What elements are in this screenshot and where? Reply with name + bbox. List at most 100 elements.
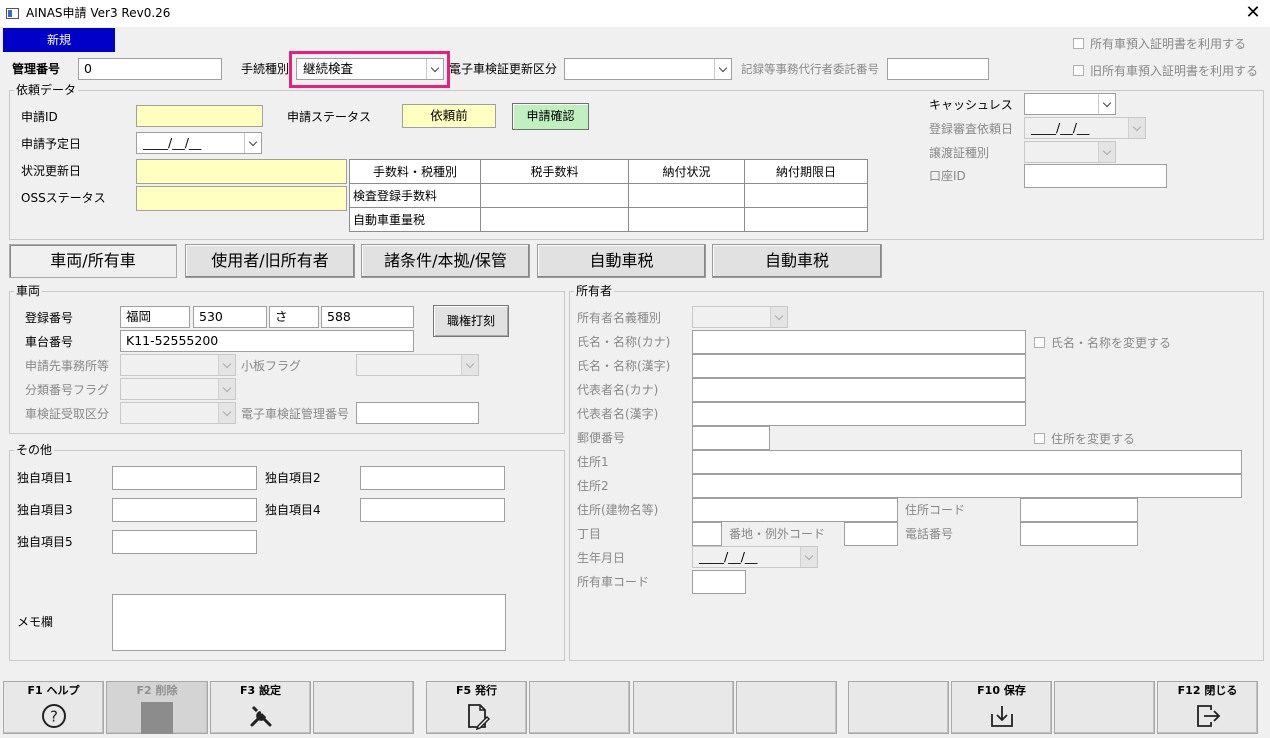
oss-label: OSSステータス bbox=[21, 191, 106, 205]
dokuji-5-input[interactable] bbox=[112, 530, 257, 554]
chevron-down-icon[interactable] bbox=[714, 59, 731, 79]
kanri-label: 管理番号 bbox=[12, 62, 61, 76]
fee-header: 手数料・税種別 bbox=[349, 159, 481, 184]
checkbox-icon[interactable] bbox=[1034, 337, 1045, 348]
f12-close-button[interactable]: F12 閉じる bbox=[1157, 681, 1258, 734]
koza-input[interactable] bbox=[1024, 164, 1167, 188]
chk-jusho-change[interactable]: 住所を変更する bbox=[1034, 430, 1135, 447]
denshi-kanri-input[interactable] bbox=[356, 402, 479, 424]
close-icon[interactable]: ✕ bbox=[1240, 2, 1266, 24]
jusho2-input[interactable] bbox=[692, 474, 1242, 498]
checkbox-icon[interactable] bbox=[1073, 65, 1084, 76]
checkbox-icon[interactable] bbox=[1034, 433, 1045, 444]
kana-input[interactable] bbox=[692, 330, 1026, 354]
tetsuzuki-select[interactable]: 継続検査 bbox=[296, 58, 444, 80]
kiroku-label: 記録等事務代行者委託番号 bbox=[741, 62, 879, 76]
tab-shojoken[interactable]: 諸条件/本拠/保管 bbox=[361, 244, 530, 278]
new-button[interactable]: 新規 bbox=[3, 28, 115, 52]
kanri-input[interactable]: 0 bbox=[78, 58, 222, 80]
banchi-input[interactable] bbox=[844, 522, 898, 546]
chevron-down-icon bbox=[218, 403, 235, 423]
shubetsu-select bbox=[692, 306, 788, 328]
fee-cell bbox=[628, 207, 745, 232]
shokken-button[interactable]: 職権打刻 bbox=[433, 305, 509, 337]
dokuji-1-input[interactable] bbox=[112, 466, 257, 490]
checkbox-icon[interactable] bbox=[1073, 38, 1084, 49]
kiroku-input[interactable] bbox=[887, 58, 989, 80]
juryo-label: 車検証受取区分 bbox=[25, 407, 110, 421]
memo-label: メモ欄 bbox=[17, 615, 54, 629]
fee-cell bbox=[480, 183, 629, 208]
f3-settings-button[interactable]: F3 設定 bbox=[210, 681, 311, 734]
title-bar: AINAS申請 Ver3 Rev0.26 ✕ bbox=[0, 0, 1270, 27]
tab-jidoshazei-2[interactable]: 自動車税 bbox=[712, 244, 882, 278]
shadai-label: 車台番号 bbox=[25, 335, 74, 349]
yotei-label: 申請予定日 bbox=[21, 137, 82, 151]
tab-jidoshazei-1[interactable]: 自動車税 bbox=[537, 244, 706, 278]
tab-shiyosha[interactable]: 使用者/旧所有者 bbox=[185, 244, 355, 278]
status-badge: 依頼前 bbox=[402, 104, 496, 128]
denshi-kanri-label: 電子車検証管理番号 bbox=[241, 407, 350, 421]
empty-fkey-11 bbox=[1054, 681, 1155, 734]
toroku-chiiki[interactable]: 福岡 bbox=[120, 306, 190, 328]
chevron-down-icon[interactable] bbox=[244, 133, 261, 153]
jusho-code-input[interactable] bbox=[1020, 498, 1138, 522]
denwa-input[interactable] bbox=[1020, 522, 1138, 546]
yubin-input[interactable] bbox=[692, 426, 770, 450]
banchi-label: 番地・例外コード bbox=[729, 527, 826, 541]
jusho1-input[interactable] bbox=[692, 450, 1242, 474]
tools-icon bbox=[250, 705, 271, 727]
dai-kanji-input[interactable] bbox=[692, 402, 1026, 426]
tatemono-input[interactable] bbox=[692, 498, 898, 522]
bunrui-select bbox=[120, 378, 236, 400]
cashless-label: キャッシュレス bbox=[929, 98, 1013, 112]
table-row[interactable]: 検査登録手数料 bbox=[349, 183, 868, 208]
shinsei-id-input[interactable] bbox=[136, 105, 263, 127]
koita-select bbox=[356, 354, 479, 376]
toroku-label: 登録審査依頼日 bbox=[929, 122, 1014, 136]
chk-name-change[interactable]: 氏名・名称を変更する bbox=[1034, 334, 1171, 351]
chevron-down-icon bbox=[461, 355, 478, 375]
exit-icon bbox=[1196, 705, 1220, 727]
toroku-bunrui[interactable]: 530 bbox=[193, 306, 267, 328]
yotei-date[interactable]: ____/__/__ bbox=[136, 132, 262, 154]
f10-save-button[interactable]: F10 保存 bbox=[951, 681, 1052, 734]
cashless-select[interactable] bbox=[1024, 93, 1116, 115]
chevron-down-icon[interactable] bbox=[426, 59, 443, 79]
chk-shoyu[interactable]: 所有車預入証明書を利用する bbox=[1073, 35, 1246, 52]
seinen-date[interactable]: ____/__/__ bbox=[692, 546, 818, 568]
jokyo-input bbox=[136, 159, 347, 184]
dokuji-3-input[interactable] bbox=[112, 498, 257, 522]
delete-icon bbox=[141, 702, 173, 734]
chome-input[interactable] bbox=[692, 522, 722, 546]
chevron-down-icon bbox=[1128, 118, 1145, 138]
dai-kanji-label: 代表者名(漢字) bbox=[577, 407, 659, 421]
denwa-label: 電話番号 bbox=[905, 527, 954, 541]
juryo-select bbox=[120, 402, 236, 424]
joto-select bbox=[1024, 141, 1116, 163]
toroku-ichiren[interactable]: 588 bbox=[321, 306, 414, 328]
kakunin-button[interactable]: 申請確認 bbox=[512, 103, 589, 130]
f1-help-button[interactable]: F1 ヘルプ ? bbox=[3, 681, 104, 734]
shadai-input[interactable]: K11-52555200 bbox=[120, 330, 414, 352]
chevron-down-icon[interactable] bbox=[800, 547, 817, 567]
chevron-down-icon bbox=[218, 379, 235, 399]
tab-sharyo[interactable]: 車両/所有車 bbox=[9, 244, 177, 278]
chevron-down-icon[interactable] bbox=[1098, 94, 1115, 114]
fee-table: 手数料・税種別 税手数料 納付状況 納付期限日 検査登録手数料 自動車重量税 bbox=[349, 159, 868, 232]
chk-kyu[interactable]: 旧所有車預入証明書を利用する bbox=[1073, 62, 1258, 79]
window-title: AINAS申請 Ver3 Rev0.26 bbox=[26, 6, 171, 20]
jokyo-label: 状況更新日 bbox=[21, 164, 82, 178]
toroku-kana[interactable]: さ bbox=[269, 306, 319, 328]
empty-fkey-7 bbox=[633, 681, 734, 734]
table-row[interactable]: 自動車重量税 bbox=[349, 207, 868, 232]
memo-textarea[interactable] bbox=[112, 594, 506, 651]
oss-input bbox=[136, 186, 347, 211]
dai-kana-input[interactable] bbox=[692, 378, 1026, 402]
shoyusha-code-input[interactable] bbox=[692, 570, 746, 594]
f5-issue-button[interactable]: F5 発行 bbox=[426, 681, 527, 734]
dokuji-2-input[interactable] bbox=[360, 466, 505, 490]
denshi-select[interactable] bbox=[564, 58, 732, 80]
dokuji-4-input[interactable] bbox=[360, 498, 505, 522]
kanji-input[interactable] bbox=[692, 354, 1026, 378]
